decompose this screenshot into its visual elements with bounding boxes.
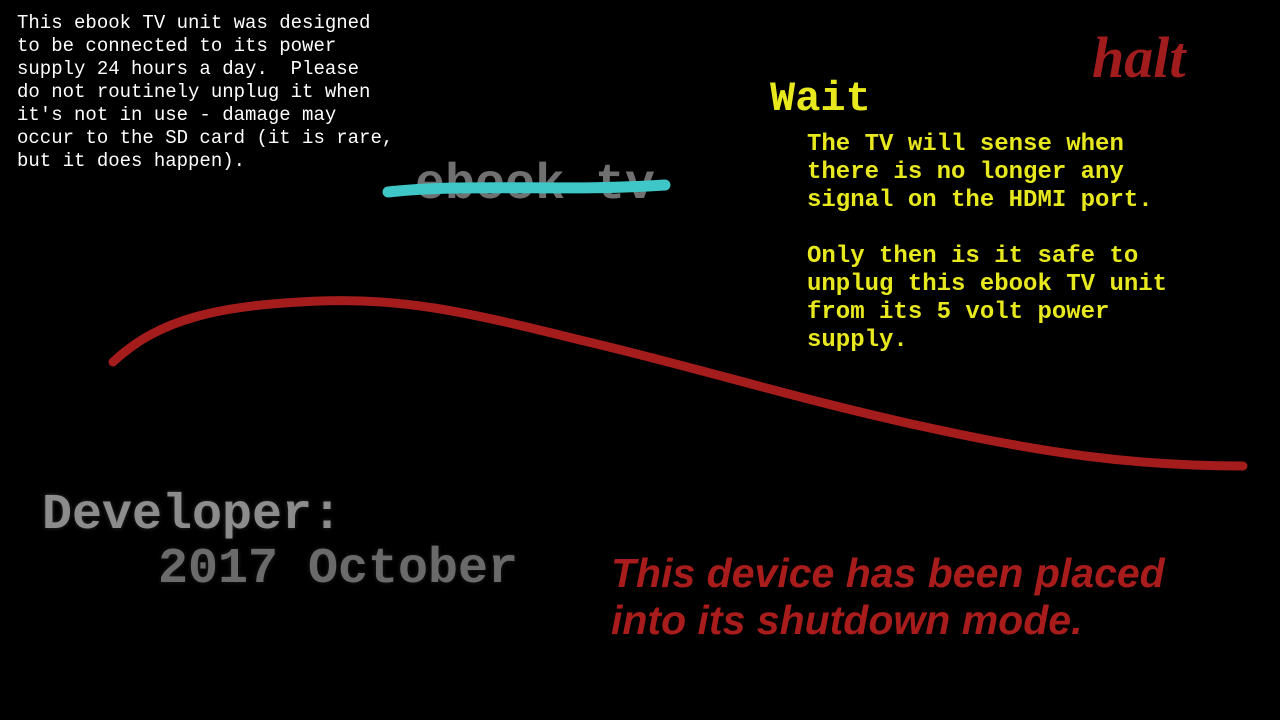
red-swoosh-stroke	[108, 296, 1248, 471]
developer-date: 2017 October	[158, 541, 519, 598]
developer-label: Developer:	[42, 487, 343, 544]
shutdown-screen: This ebook TV unit was designed to be co…	[0, 0, 1280, 720]
cyan-strike-stroke	[382, 179, 671, 198]
shutdown-message: This device has been placed into its shu…	[611, 550, 1165, 643]
